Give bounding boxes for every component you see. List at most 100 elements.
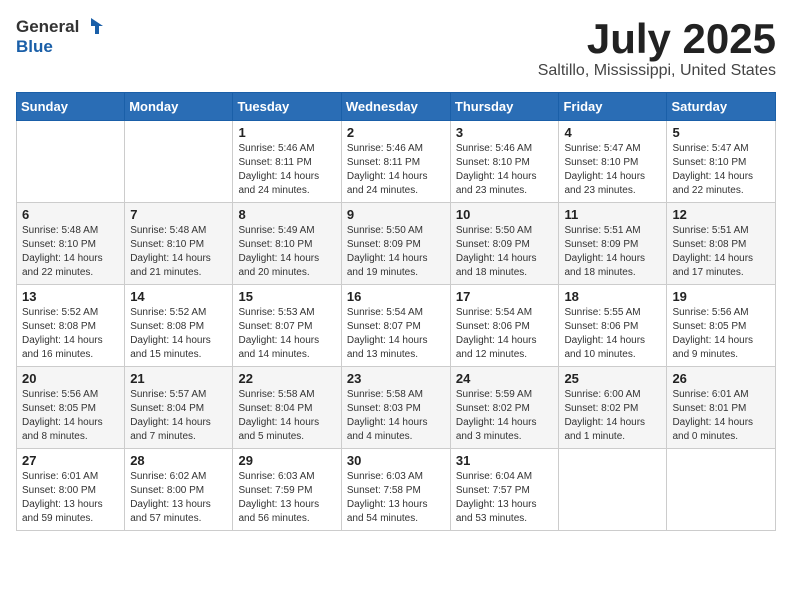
day-number: 11	[564, 207, 661, 222]
calendar-cell: 18 Sunrise: 5:55 AM Sunset: 8:06 PM Dayl…	[559, 285, 667, 367]
sunset-text: Sunset: 8:02 PM	[564, 403, 638, 414]
logo-blue: Blue	[16, 38, 103, 57]
day-number: 13	[22, 289, 119, 304]
sunset-text: Sunset: 8:04 PM	[130, 403, 204, 414]
day-info: Sunrise: 6:03 AM Sunset: 7:58 PM Dayligh…	[347, 470, 445, 526]
day-number: 6	[22, 207, 119, 222]
daylight-text: Daylight: 14 hours and 24 minutes.	[238, 171, 319, 196]
day-info: Sunrise: 5:54 AM Sunset: 8:06 PM Dayligh…	[456, 306, 554, 362]
sunset-text: Sunset: 8:09 PM	[564, 239, 638, 250]
sunset-text: Sunset: 8:06 PM	[456, 321, 530, 332]
sunset-text: Sunset: 8:09 PM	[347, 239, 421, 250]
day-number: 21	[130, 371, 227, 386]
calendar-week-row: 27 Sunrise: 6:01 AM Sunset: 8:00 PM Dayl…	[17, 449, 776, 531]
daylight-text: Daylight: 14 hours and 10 minutes.	[564, 335, 645, 360]
calendar-cell	[559, 449, 667, 531]
daylight-text: Daylight: 14 hours and 22 minutes.	[22, 253, 103, 278]
calendar-cell: 20 Sunrise: 5:56 AM Sunset: 8:05 PM Dayl…	[17, 367, 125, 449]
day-number: 27	[22, 453, 119, 468]
day-info: Sunrise: 5:46 AM Sunset: 8:11 PM Dayligh…	[238, 142, 335, 198]
sunrise-text: Sunrise: 5:56 AM	[672, 307, 748, 318]
sunrise-text: Sunrise: 5:49 AM	[238, 225, 314, 236]
sunset-text: Sunset: 8:10 PM	[238, 239, 312, 250]
sunset-text: Sunset: 8:10 PM	[564, 157, 638, 168]
day-number: 10	[456, 207, 554, 222]
calendar-cell: 12 Sunrise: 5:51 AM Sunset: 8:08 PM Dayl…	[667, 203, 776, 285]
sunrise-text: Sunrise: 5:50 AM	[456, 225, 532, 236]
daylight-text: Daylight: 14 hours and 16 minutes.	[22, 335, 103, 360]
calendar-cell: 5 Sunrise: 5:47 AM Sunset: 8:10 PM Dayli…	[667, 121, 776, 203]
sunset-text: Sunset: 8:05 PM	[672, 321, 746, 332]
day-info: Sunrise: 5:50 AM Sunset: 8:09 PM Dayligh…	[347, 224, 445, 280]
day-number: 16	[347, 289, 445, 304]
sunrise-text: Sunrise: 6:02 AM	[130, 471, 206, 482]
sunrise-text: Sunrise: 5:57 AM	[130, 389, 206, 400]
day-number: 19	[672, 289, 770, 304]
day-number: 2	[347, 125, 445, 140]
title-section: July 2025 Saltillo, Mississippi, United …	[538, 16, 776, 80]
day-number: 22	[238, 371, 335, 386]
location-title: Saltillo, Mississippi, United States	[538, 62, 776, 80]
sunrise-text: Sunrise: 5:46 AM	[456, 143, 532, 154]
daylight-text: Daylight: 14 hours and 7 minutes.	[130, 417, 211, 442]
day-info: Sunrise: 5:56 AM Sunset: 8:05 PM Dayligh…	[22, 388, 119, 444]
sunset-text: Sunset: 8:04 PM	[238, 403, 312, 414]
sunrise-text: Sunrise: 5:54 AM	[347, 307, 423, 318]
sunrise-text: Sunrise: 5:46 AM	[238, 143, 314, 154]
daylight-text: Daylight: 13 hours and 57 minutes.	[130, 499, 211, 524]
daylight-text: Daylight: 14 hours and 1 minute.	[564, 417, 645, 442]
calendar-cell: 13 Sunrise: 5:52 AM Sunset: 8:08 PM Dayl…	[17, 285, 125, 367]
day-info: Sunrise: 5:57 AM Sunset: 8:04 PM Dayligh…	[130, 388, 227, 444]
calendar-cell: 16 Sunrise: 5:54 AM Sunset: 8:07 PM Dayl…	[341, 285, 450, 367]
day-info: Sunrise: 5:49 AM Sunset: 8:10 PM Dayligh…	[238, 224, 335, 280]
calendar-week-row: 6 Sunrise: 5:48 AM Sunset: 8:10 PM Dayli…	[17, 203, 776, 285]
sunset-text: Sunset: 8:00 PM	[22, 485, 96, 496]
sunrise-text: Sunrise: 5:55 AM	[564, 307, 640, 318]
day-info: Sunrise: 6:04 AM Sunset: 7:57 PM Dayligh…	[456, 470, 554, 526]
header-sunday: Sunday	[17, 93, 125, 121]
sunset-text: Sunset: 8:10 PM	[672, 157, 746, 168]
daylight-text: Daylight: 14 hours and 21 minutes.	[130, 253, 211, 278]
calendar-cell: 4 Sunrise: 5:47 AM Sunset: 8:10 PM Dayli…	[559, 121, 667, 203]
daylight-text: Daylight: 13 hours and 53 minutes.	[456, 499, 537, 524]
logo-general: General	[16, 18, 79, 37]
page-header: General Blue July 2025 Saltillo, Mississ…	[16, 16, 776, 80]
sunrise-text: Sunrise: 5:59 AM	[456, 389, 532, 400]
day-info: Sunrise: 6:01 AM Sunset: 8:00 PM Dayligh…	[22, 470, 119, 526]
calendar-cell: 31 Sunrise: 6:04 AM Sunset: 7:57 PM Dayl…	[450, 449, 559, 531]
day-info: Sunrise: 5:58 AM Sunset: 8:03 PM Dayligh…	[347, 388, 445, 444]
day-info: Sunrise: 6:01 AM Sunset: 8:01 PM Dayligh…	[672, 388, 770, 444]
header-saturday: Saturday	[667, 93, 776, 121]
day-info: Sunrise: 5:46 AM Sunset: 8:10 PM Dayligh…	[456, 142, 554, 198]
sunrise-text: Sunrise: 5:48 AM	[130, 225, 206, 236]
day-info: Sunrise: 5:51 AM Sunset: 8:09 PM Dayligh…	[564, 224, 661, 280]
daylight-text: Daylight: 13 hours and 56 minutes.	[238, 499, 319, 524]
daylight-text: Daylight: 14 hours and 22 minutes.	[672, 171, 753, 196]
calendar-week-row: 1 Sunrise: 5:46 AM Sunset: 8:11 PM Dayli…	[17, 121, 776, 203]
daylight-text: Daylight: 14 hours and 4 minutes.	[347, 417, 428, 442]
sunrise-text: Sunrise: 5:47 AM	[672, 143, 748, 154]
day-info: Sunrise: 6:00 AM Sunset: 8:02 PM Dayligh…	[564, 388, 661, 444]
daylight-text: Daylight: 14 hours and 5 minutes.	[238, 417, 319, 442]
day-number: 31	[456, 453, 554, 468]
sunset-text: Sunset: 8:07 PM	[347, 321, 421, 332]
calendar-cell: 7 Sunrise: 5:48 AM Sunset: 8:10 PM Dayli…	[125, 203, 233, 285]
sunrise-text: Sunrise: 5:48 AM	[22, 225, 98, 236]
sunset-text: Sunset: 8:03 PM	[347, 403, 421, 414]
sunset-text: Sunset: 8:07 PM	[238, 321, 312, 332]
calendar-cell: 22 Sunrise: 5:58 AM Sunset: 8:04 PM Dayl…	[233, 367, 341, 449]
day-number: 1	[238, 125, 335, 140]
daylight-text: Daylight: 14 hours and 12 minutes.	[456, 335, 537, 360]
day-number: 18	[564, 289, 661, 304]
day-number: 29	[238, 453, 335, 468]
calendar-cell: 6 Sunrise: 5:48 AM Sunset: 8:10 PM Dayli…	[17, 203, 125, 285]
daylight-text: Daylight: 13 hours and 54 minutes.	[347, 499, 428, 524]
sunrise-text: Sunrise: 5:58 AM	[347, 389, 423, 400]
sunrise-text: Sunrise: 6:01 AM	[672, 389, 748, 400]
sunrise-text: Sunrise: 6:00 AM	[564, 389, 640, 400]
calendar-cell: 26 Sunrise: 6:01 AM Sunset: 8:01 PM Dayl…	[667, 367, 776, 449]
sunrise-text: Sunrise: 5:46 AM	[347, 143, 423, 154]
day-number: 7	[130, 207, 227, 222]
day-info: Sunrise: 5:54 AM Sunset: 8:07 PM Dayligh…	[347, 306, 445, 362]
day-info: Sunrise: 5:50 AM Sunset: 8:09 PM Dayligh…	[456, 224, 554, 280]
